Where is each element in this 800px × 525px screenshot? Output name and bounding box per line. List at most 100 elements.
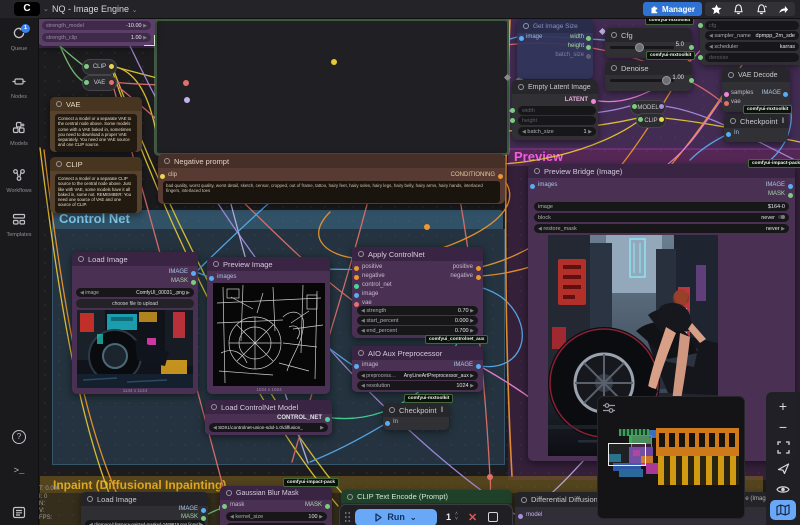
port-image-out[interactable]: IMAGE <box>179 506 198 512</box>
pb-image-row[interactable]: image $164-0 <box>534 202 789 211</box>
fit-view-button[interactable] <box>771 441 795 459</box>
latent-height-row[interactable]: height <box>518 116 596 125</box>
collapse-dot[interactable] <box>523 23 529 29</box>
port-negative-out[interactable]: negative <box>450 273 473 279</box>
pause-icon[interactable]: ‖ <box>441 407 445 414</box>
collapse-dot[interactable] <box>213 261 219 267</box>
port-negative-in[interactable]: negative <box>362 273 385 279</box>
node-preview-image[interactable]: Preview Image images 1024 x 1024 <box>207 257 330 394</box>
collapse-dot[interactable] <box>728 72 734 78</box>
sidebar-item-models[interactable]: Models <box>0 121 38 147</box>
collapse-dot[interactable] <box>56 161 62 167</box>
node-aio-preprocessor[interactable]: AIO Aux Preprocessor image IMAGE ◀ prepr… <box>352 346 483 392</box>
collapse-dot[interactable] <box>56 101 62 107</box>
link-dot-red-2[interactable] <box>487 474 493 480</box>
collapse-dot[interactable] <box>358 251 364 257</box>
link-dot-yellow[interactable] <box>331 59 337 65</box>
sidebar-item-workflows[interactable]: Workflows <box>0 168 38 194</box>
port-mask-in[interactable]: mask <box>230 502 244 508</box>
port-in[interactable]: In <box>734 130 739 136</box>
collapse-dot[interactable] <box>226 490 232 496</box>
ksampler-scheduler-row[interactable]: ◀ scheduler karras <box>705 42 799 51</box>
controlnet-model-combo[interactable]: ◀ SDXL\controlnet-union-sdxl-1.0\diffusi… <box>209 423 328 432</box>
preprocessor-widget[interactable]: ◀ preprocess… AnyLineArtPreprocessor_aux… <box>357 371 478 380</box>
terminal-button[interactable]: >_ <box>0 466 38 476</box>
inpaint-image-combo[interactable]: ◀ clipspace/clipspace-painted-masked-246… <box>85 520 205 525</box>
port-images-in[interactable]: images <box>217 274 236 280</box>
collapse-dot[interactable] <box>611 32 617 38</box>
port-mask-out[interactable]: MASK <box>171 278 188 284</box>
run-button[interactable]: Run ⌄ <box>355 509 437 525</box>
collapse-dot[interactable] <box>164 158 170 164</box>
node-apply-controlnet[interactable]: Apply ControlNet positive negative contr… <box>352 247 483 338</box>
cfg-slider-handle[interactable] <box>635 43 644 52</box>
port-image-out[interactable]: IMAGE <box>454 362 473 368</box>
node-checkpoint-top[interactable]: Checkpoint ‖ In <box>724 114 788 142</box>
denoise-slider-handle[interactable] <box>662 76 671 85</box>
manager-button[interactable]: Manager <box>643 2 702 16</box>
link-dot-red[interactable] <box>183 80 189 86</box>
denoise-value[interactable]: 1.00 <box>672 75 684 81</box>
ksampler-sampler-row[interactable]: ◀ sampler_name dpmpp_2m_sde <box>705 31 799 40</box>
toggle-visibility-button[interactable] <box>771 482 795 500</box>
node-negative-prompt[interactable]: Negative prompt clip CONDITIONING bad qu… <box>158 154 505 204</box>
workflow-title[interactable]: NQ - Image Engine ⌄ <box>52 4 137 14</box>
port-positive-in[interactable]: positive <box>362 264 382 270</box>
zoom-in-button[interactable]: + <box>771 398 795 416</box>
pb-block-row[interactable]: block never <box>534 213 789 222</box>
block-toggle[interactable] <box>778 215 785 219</box>
collapse-dot[interactable] <box>358 350 364 356</box>
collapse-dot[interactable] <box>347 494 353 500</box>
port-image-out[interactable]: IMAGE <box>762 90 781 96</box>
strength-widget[interactable]: ◀ strength 0.70 ▶ <box>357 306 478 315</box>
port-image-in[interactable]: image <box>362 291 378 297</box>
app-logo[interactable]: C <box>14 2 40 16</box>
node-load-image-cn[interactable]: Load Image IMAGE MASK ◀ image ComfyUI_00… <box>72 252 198 394</box>
port-vae-in[interactable]: vae <box>731 99 741 105</box>
collapse-dot[interactable] <box>87 496 93 502</box>
port-in[interactable]: In <box>393 419 398 425</box>
port-latent-out[interactable]: LATENT <box>565 97 588 103</box>
pb-restore-mask-row[interactable]: ◀ restore_mask never ▶ <box>534 224 789 233</box>
logo-menu-chevron[interactable]: ⌄ <box>43 5 49 13</box>
selected-preview-node[interactable] <box>155 19 509 155</box>
node-lora[interactable]: strength_model -10.00 ▶ strength_clip 1.… <box>38 18 155 46</box>
node-load-controlnet[interactable]: Load ControlNet Model CONTROL_NET ◀ SDXL… <box>205 400 332 435</box>
port-samples-in[interactable]: samples <box>731 90 753 96</box>
toolbar-drag-handle[interactable] <box>344 511 351 523</box>
lora-strength-model-widget[interactable]: strength_model -10.00 ▶ <box>42 21 151 30</box>
node-clip-note[interactable]: CLIP Connect a model or a separate CLIP … <box>50 157 142 213</box>
node-checkpoint-cn[interactable]: Checkpoint ‖ In <box>383 403 449 430</box>
ksampler-denoise-row[interactable]: denoise <box>705 53 799 62</box>
collapse-dot[interactable] <box>211 404 217 410</box>
collapse-dot[interactable] <box>518 84 524 90</box>
node-denoise[interactable]: Denoise 1.00 <box>605 61 692 91</box>
batch-count-value[interactable]: 1 <box>446 512 451 522</box>
sidebar-item-nodes[interactable]: Nodes <box>0 75 38 100</box>
negative-prompt-text[interactable]: bad quality, worst quality, worst detail… <box>163 181 500 203</box>
workflow-chevron[interactable]: ⌄ <box>132 7 138 14</box>
port-conditioning-out[interactable]: CONDITIONING <box>451 172 495 178</box>
resolution-widget[interactable]: ◀ resolution 1024 ▶ <box>357 381 478 390</box>
port-model-in[interactable]: model <box>526 512 542 518</box>
latent-batch-row[interactable]: ◀ batch_size 1 ▶ <box>518 127 596 136</box>
minimap-panel[interactable] <box>597 396 745 519</box>
node-gaussian-blur[interactable]: Gaussian Blur Mask mask MASK ◀ kernel_si… <box>220 486 332 525</box>
port-image-out[interactable]: IMAGE <box>169 269 188 275</box>
node-get-image-size[interactable]: Get Image Size image width height batch_… <box>517 19 593 79</box>
collapse-dot[interactable] <box>521 497 527 503</box>
collapse-dot[interactable] <box>389 407 395 413</box>
port-image-in[interactable]: image <box>362 362 378 368</box>
pan-mode-button[interactable] <box>771 462 795 480</box>
upload-button[interactable]: choose file to upload <box>76 299 194 308</box>
logs-button[interactable] <box>0 506 38 524</box>
help-button[interactable]: ? <box>0 426 38 444</box>
latent-width-row[interactable]: width <box>518 106 596 115</box>
image-combo[interactable]: ◀ image ComfyUI_00031_.png ▶ <box>76 288 194 297</box>
port-images-in[interactable]: images <box>538 182 557 188</box>
link-dot-orange[interactable] <box>424 224 430 230</box>
run-options-chevron[interactable]: ⌄ <box>410 513 417 522</box>
port-mask-out[interactable]: MASK <box>305 502 322 508</box>
port-width-out[interactable]: width <box>570 34 584 40</box>
batch-count-stepper[interactable]: ˄˅ <box>455 512 458 522</box>
